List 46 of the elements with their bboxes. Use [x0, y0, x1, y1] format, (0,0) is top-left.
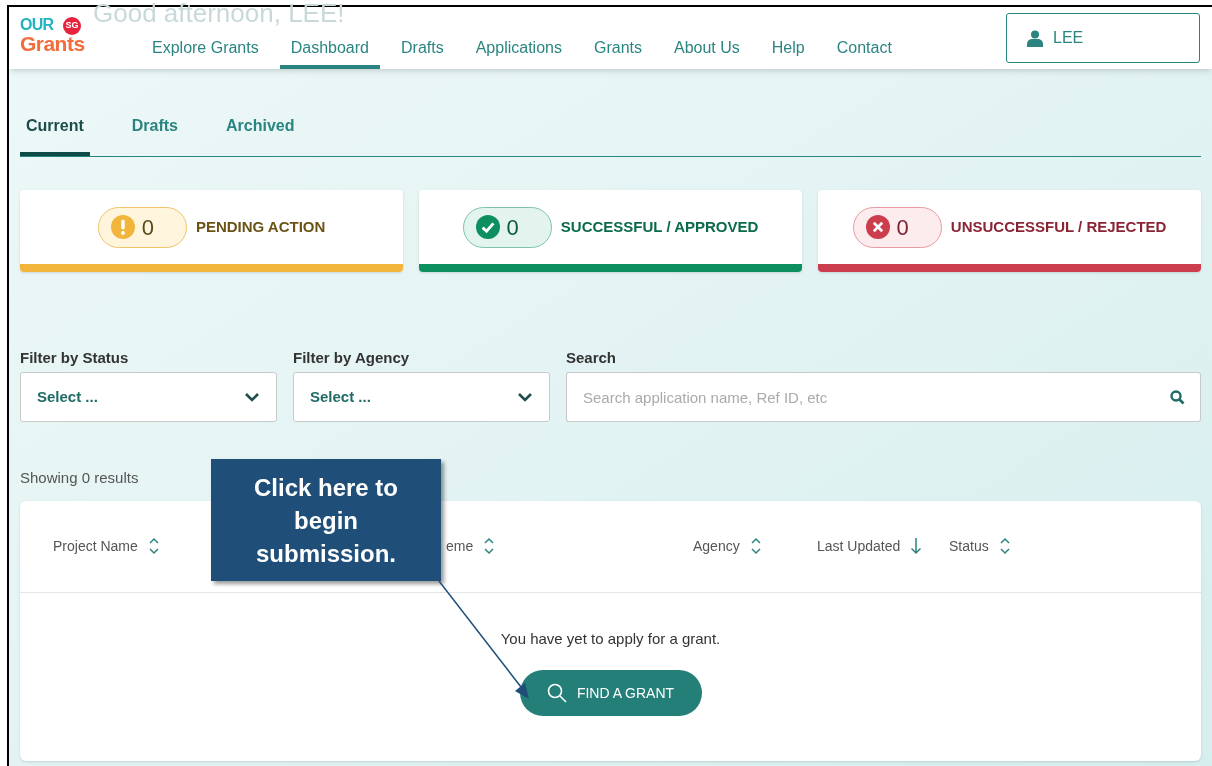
filter-dropdown[interactable]: Select ...	[20, 372, 277, 422]
sort-icon[interactable]	[147, 537, 160, 555]
results-count: Showing 0 results	[20, 468, 139, 488]
column-header: Last Updated	[817, 536, 901, 556]
nav-link[interactable]: Explore Grants	[141, 27, 270, 69]
column-header: Status	[949, 536, 989, 556]
tab[interactable]: Drafts	[125, 95, 184, 156]
arrow-down-icon[interactable]	[910, 537, 923, 555]
search-label: Search	[566, 348, 618, 368]
greeting-text: Good afternoon, LEE!	[93, 0, 345, 26]
tab[interactable]: Archived	[220, 95, 301, 156]
callout-box: Click here to begin submission.	[211, 459, 441, 581]
filter-dropdown[interactable]: Select ...	[293, 372, 550, 422]
filter-label: Filter by Agency	[293, 348, 411, 368]
status-label: PENDING ACTION	[195, 216, 326, 237]
chevron-down-icon	[517, 392, 533, 402]
tab[interactable]: Current	[20, 95, 90, 156]
sort-icon[interactable]	[998, 537, 1011, 555]
nav-link[interactable]: Applications	[464, 27, 573, 69]
nav-link[interactable]: Grants	[582, 27, 653, 69]
logo[interactable]: OUR SG Grants	[20, 17, 88, 59]
count-badge: 0	[852, 206, 942, 248]
nav-link[interactable]: Contact	[825, 27, 903, 69]
status-label: UNSUCCESSFUL / REJECTED	[950, 216, 1167, 237]
find-grant-button[interactable]: FIND A GRANT	[519, 670, 702, 716]
status-label: SUCCESSFUL / APPROVED	[560, 216, 759, 237]
column-header: eme	[446, 536, 474, 556]
user-menu-button[interactable]: LEE	[1006, 13, 1200, 63]
empty-message: You have yet to apply for a grant.	[500, 628, 721, 649]
search-icon	[546, 683, 567, 703]
sort-icon[interactable]	[483, 537, 496, 555]
nav-link[interactable]: About Us	[662, 27, 751, 69]
count-badge: 0	[462, 206, 552, 248]
chevron-down-icon	[244, 392, 260, 402]
cross-icon	[865, 215, 890, 239]
column-header: Project Name	[53, 536, 138, 556]
column-header: Agency	[693, 536, 740, 556]
nav-link[interactable]: Drafts	[390, 27, 455, 69]
count-badge: 0	[97, 206, 187, 248]
nav-link[interactable]: Dashboard	[279, 27, 380, 69]
exclamation-icon	[110, 215, 135, 239]
sort-icon[interactable]	[749, 537, 762, 555]
filter-label: Filter by Status	[20, 348, 130, 368]
check-icon	[475, 215, 500, 239]
user-icon	[1027, 29, 1043, 47]
nav-link[interactable]: Help	[760, 27, 816, 69]
